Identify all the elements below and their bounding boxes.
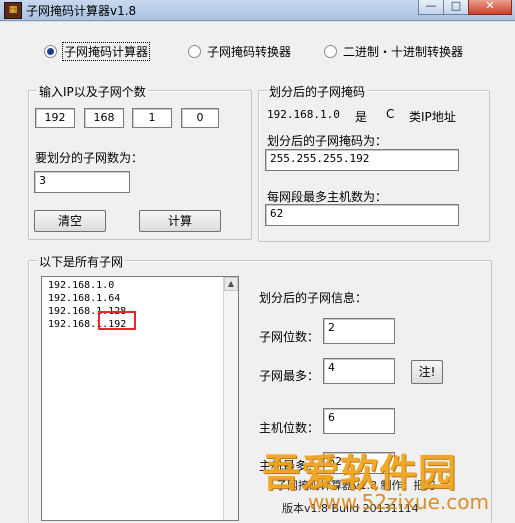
mode-mask-convert-label[interactable]: 子网掩码转换器 <box>207 43 291 60</box>
hosts-value-field[interactable]: 62 <box>265 204 459 226</box>
calc-button[interactable]: 计算 <box>139 210 221 232</box>
subnets-group-title: 以下是所有子网 <box>37 253 126 270</box>
mask-result-group: 划分后的子网掩码 192.168.1.0 是 C 类IP地址 划分后的子网掩码为… <box>258 83 490 242</box>
mode-bin-dec-convert[interactable]: 二进制・十进制转换器 <box>324 42 463 60</box>
scrollbar[interactable]: ▲ <box>223 277 238 520</box>
ip-class-suffix: 类IP地址 <box>409 110 456 124</box>
host-bits-label: 主机位数： <box>259 421 320 435</box>
input-group-title: 输入IP以及子网个数 <box>37 83 148 100</box>
window-title: 子网掩码计算器v1.8 <box>26 4 137 18</box>
hosts-label: 每网段最多主机数为： <box>267 190 388 204</box>
app-icon: ▦ <box>4 2 22 19</box>
ip-octet-3[interactable]: 1 <box>132 108 172 128</box>
note-button[interactable]: 注! <box>411 360 443 384</box>
subnet-list[interactable]: 192.168.1.0 192.168.1.64 192.168.1.128 1… <box>41 276 239 521</box>
mask-label: 划分后的子网掩码为： <box>267 134 388 148</box>
subnet-count-label: 要划分的子网数为： <box>35 151 144 165</box>
radio-icon[interactable] <box>188 44 201 58</box>
watermark-url: www.52zixue.com <box>308 490 489 514</box>
host-bits-field[interactable]: 6 <box>323 408 395 434</box>
highlight-box <box>98 311 136 330</box>
ip-octet-4[interactable]: 0 <box>181 108 219 128</box>
scroll-up-icon[interactable]: ▲ <box>224 277 238 291</box>
mask-value-field[interactable]: 255.255.255.192 <box>265 149 459 171</box>
subnet-count-input[interactable]: 3 <box>34 171 130 193</box>
ip-octet-2[interactable]: 168 <box>84 108 124 128</box>
subnet-max-field[interactable]: 4 <box>323 358 395 384</box>
network-address: 192.168.1.0 <box>267 108 340 121</box>
maximize-button[interactable]: □ <box>443 0 469 15</box>
mode-mask-convert[interactable]: 子网掩码转换器 <box>188 42 291 60</box>
input-group: 输入IP以及子网个数 192 168 1 0 要划分的子网数为： 3 清空 计算 <box>28 83 252 240</box>
list-item[interactable]: 192.168.1.64 <box>42 292 238 305</box>
radio-icon[interactable] <box>44 44 57 58</box>
mask-group-title: 划分后的子网掩码 <box>267 83 368 100</box>
clear-button[interactable]: 清空 <box>34 210 106 232</box>
subnet-bits-field[interactable]: 2 <box>323 318 395 344</box>
list-item[interactable]: 192.168.1.0 <box>42 279 238 292</box>
ip-class-value: C <box>386 107 395 121</box>
info-title: 划分后的子网信息： <box>259 291 368 305</box>
radio-icon[interactable] <box>324 44 337 58</box>
minimize-button[interactable]: — <box>418 0 444 15</box>
is-label: 是 <box>355 110 368 124</box>
list-item[interactable]: 192.168.1.192 <box>42 318 238 331</box>
close-button[interactable]: ✕ <box>468 0 512 15</box>
mode-subnet-calc-label[interactable]: 子网掩码计算器 <box>61 41 151 61</box>
watermark-logo: 吾爱软件园 <box>262 451 458 495</box>
subnet-max-label: 子网最多： <box>259 369 320 383</box>
subnet-bits-label: 子网位数： <box>259 330 320 344</box>
mode-bin-dec-convert-label[interactable]: 二进制・十进制转换器 <box>343 43 463 60</box>
list-item[interactable]: 192.168.1.128 <box>42 305 238 318</box>
title-bar[interactable]: ▦ 子网掩码计算器v1.8 — □ ✕ <box>0 0 515 21</box>
ip-octet-1[interactable]: 192 <box>35 108 75 128</box>
mode-subnet-calc[interactable]: 子网掩码计算器 <box>44 41 151 61</box>
